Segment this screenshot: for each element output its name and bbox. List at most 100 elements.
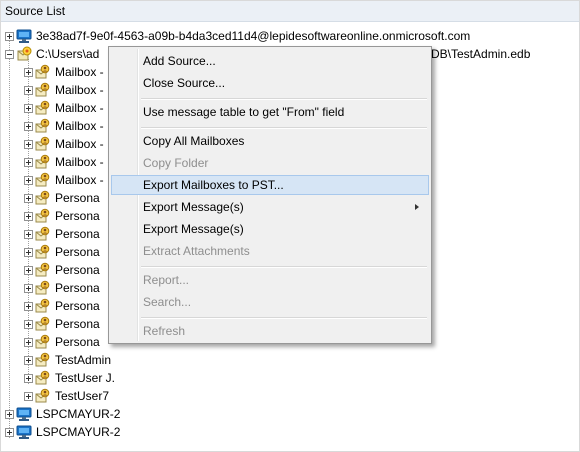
expand-toggle[interactable] xyxy=(24,265,33,275)
menu-separator xyxy=(141,266,427,268)
expand-toggle[interactable] xyxy=(24,373,33,383)
menu-item-copy-all-mailboxes[interactable]: Copy All Mailboxes xyxy=(111,131,429,151)
tree-node-source-4[interactable]: LSPCMAYUR-2 xyxy=(5,423,120,441)
tree-node-label: LSPCMAYUR-2 xyxy=(36,407,121,421)
tree-node-mailbox[interactable]: Mailbox - xyxy=(24,153,104,171)
tree-node-mailbox[interactable]: Persona xyxy=(24,279,100,297)
menu-item-export-message-s[interactable]: Export Message(s) xyxy=(111,197,429,217)
tree-node-label-tail: DB\TestAdmin.edb xyxy=(431,47,531,61)
tree-node-mailbox[interactable]: TestUser J. xyxy=(24,369,115,387)
expand-toggle[interactable] xyxy=(24,211,33,221)
menu-separator xyxy=(141,127,427,129)
expand-toggle[interactable] xyxy=(24,283,33,293)
computer-icon xyxy=(16,28,32,44)
tree-node-source-3[interactable]: LSPCMAYUR-2 xyxy=(5,405,120,423)
tree-node-label: Persona xyxy=(55,335,100,349)
mailbox-icon xyxy=(35,388,51,404)
menu-separator xyxy=(141,317,427,319)
tree-node-label: Mailbox - xyxy=(55,83,104,97)
tree-node-mailbox[interactable]: Persona xyxy=(24,189,100,207)
menu-item-label: Search... xyxy=(143,295,192,309)
menu-item-use-message-table-to-get-from-field[interactable]: Use message table to get "From" field xyxy=(111,102,429,122)
submenu-arrow-icon xyxy=(415,204,419,210)
menu-item-label: Add Source... xyxy=(143,54,216,68)
source-list-header: Source List xyxy=(1,1,579,22)
tree-node-mailbox[interactable]: Mailbox - xyxy=(24,81,104,99)
tree-node-label: Mailbox - xyxy=(55,137,104,151)
expand-toggle[interactable] xyxy=(24,193,33,203)
menu-item-report[interactable]: Report... xyxy=(111,270,429,290)
mailbox-icon xyxy=(35,334,51,350)
tree-node-mailbox[interactable]: Mailbox - xyxy=(24,171,104,189)
expand-toggle[interactable] xyxy=(24,319,33,329)
expand-toggle[interactable] xyxy=(24,157,33,167)
tree-node-label: Persona xyxy=(55,263,100,277)
collapse-toggle[interactable] xyxy=(5,49,14,59)
menu-item-refresh[interactable]: Refresh xyxy=(111,321,429,341)
expand-toggle[interactable] xyxy=(5,31,14,41)
expand-toggle[interactable] xyxy=(24,355,33,365)
tree-node-mailbox[interactable]: Mailbox - xyxy=(24,99,104,117)
tree-node-mailbox[interactable]: TestAdmin xyxy=(24,351,111,369)
menu-item-label: Export Mailboxes to PST... xyxy=(143,178,284,192)
mailbox-icon xyxy=(35,352,51,368)
menu-item-label: Close Source... xyxy=(143,76,226,90)
tree-node-mailbox[interactable]: Persona xyxy=(24,315,100,333)
mailbox-icon xyxy=(35,208,51,224)
menu-item-close-source[interactable]: Close Source... xyxy=(111,73,429,93)
tree-node-label: TestUser7 xyxy=(55,389,110,403)
menu-item-export-mailboxes-to-pst[interactable]: Export Mailboxes to PST... xyxy=(111,175,429,195)
menu-item-copy-folder[interactable]: Copy Folder xyxy=(111,153,429,173)
mailbox-icon xyxy=(35,226,51,242)
expand-toggle[interactable] xyxy=(5,427,14,437)
tree-node-label: Mailbox - xyxy=(55,173,104,187)
tree-node-label: Persona xyxy=(55,191,100,205)
mailbox-icon xyxy=(35,172,51,188)
menu-item-extract-attachments[interactable]: Extract Attachments xyxy=(111,241,429,261)
expand-toggle[interactable] xyxy=(24,121,33,131)
tree-node-source-1[interactable]: 3e38ad7f-9e0f-4563-a09b-b4da3ced11d4@lep… xyxy=(5,27,470,45)
mailbox-icon xyxy=(35,82,51,98)
expand-toggle[interactable] xyxy=(24,301,33,311)
menu-item-label: Refresh xyxy=(143,324,186,338)
menu-separator xyxy=(141,98,427,100)
mailbox-icon xyxy=(35,190,51,206)
tree-node-mailbox[interactable]: Persona xyxy=(24,207,100,225)
expand-toggle[interactable] xyxy=(24,391,33,401)
context-menu: Add Source... Close Source... Use message … xyxy=(108,46,432,344)
tree-node-path-tail: DB\TestAdmin.edb xyxy=(431,45,530,63)
tree-node-label: Persona xyxy=(55,299,100,313)
menu-item-search[interactable]: Search... xyxy=(111,292,429,312)
mailbox-icon xyxy=(35,154,51,170)
tree-node-mailbox[interactable]: Persona xyxy=(24,333,100,351)
expand-toggle[interactable] xyxy=(24,175,33,185)
expand-toggle[interactable] xyxy=(24,67,33,77)
menu-item-label: Report... xyxy=(143,273,190,287)
menu-item-add-source[interactable]: Add Source... xyxy=(111,51,429,71)
tree-node-mailbox[interactable]: Mailbox - xyxy=(24,63,104,81)
tree-node-label: TestAdmin xyxy=(55,353,112,367)
menu-item-label: Export Message(s) xyxy=(143,222,244,236)
tree-node-label: Mailbox - xyxy=(55,101,104,115)
expand-toggle[interactable] xyxy=(24,85,33,95)
expand-toggle[interactable] xyxy=(24,229,33,239)
tree-node-edb-source[interactable]: C:\Users\ad xyxy=(5,45,99,63)
menu-item-export-message-s[interactable]: Export Message(s) xyxy=(111,219,429,239)
tree-node-mailbox[interactable]: Mailbox - xyxy=(24,135,104,153)
tree-node-mailbox[interactable]: Mailbox - xyxy=(24,117,104,135)
tree-node-mailbox[interactable]: Persona xyxy=(24,243,100,261)
tree-node-label: C:\Users\ad xyxy=(36,47,100,61)
expand-toggle[interactable] xyxy=(24,337,33,347)
menu-item-label: Use message table to get "From" field xyxy=(143,105,345,119)
expand-toggle[interactable] xyxy=(24,103,33,113)
tree-node-mailbox[interactable]: Persona xyxy=(24,297,100,315)
tree-node-mailbox[interactable]: Persona xyxy=(24,225,100,243)
tree-node-label: Mailbox - xyxy=(55,155,104,169)
expand-toggle[interactable] xyxy=(5,409,14,419)
tree-node-mailbox[interactable]: TestUser7 xyxy=(24,387,109,405)
mailbox-icon xyxy=(35,370,51,386)
tree-node-label: TestUser J. xyxy=(55,371,116,385)
expand-toggle[interactable] xyxy=(24,139,33,149)
tree-node-mailbox[interactable]: Persona xyxy=(24,261,100,279)
expand-toggle[interactable] xyxy=(24,247,33,257)
